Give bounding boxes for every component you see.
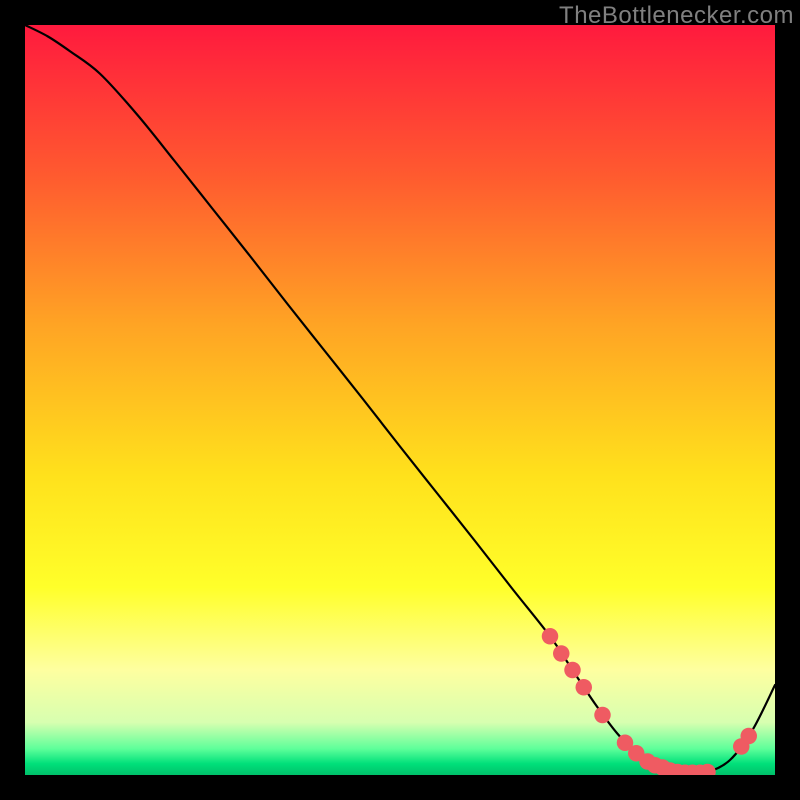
highlight-marker [542,628,559,645]
chart-svg [25,25,775,775]
chart-frame: TheBottlenecker.com [0,0,800,800]
gradient-background [25,25,775,775]
highlight-marker [594,707,611,724]
highlight-marker [553,645,570,662]
highlight-marker [564,662,581,679]
chart-plot-area [25,25,775,775]
highlight-marker [741,728,758,745]
highlight-marker [576,679,593,696]
watermark-text: TheBottlenecker.com [559,2,794,30]
